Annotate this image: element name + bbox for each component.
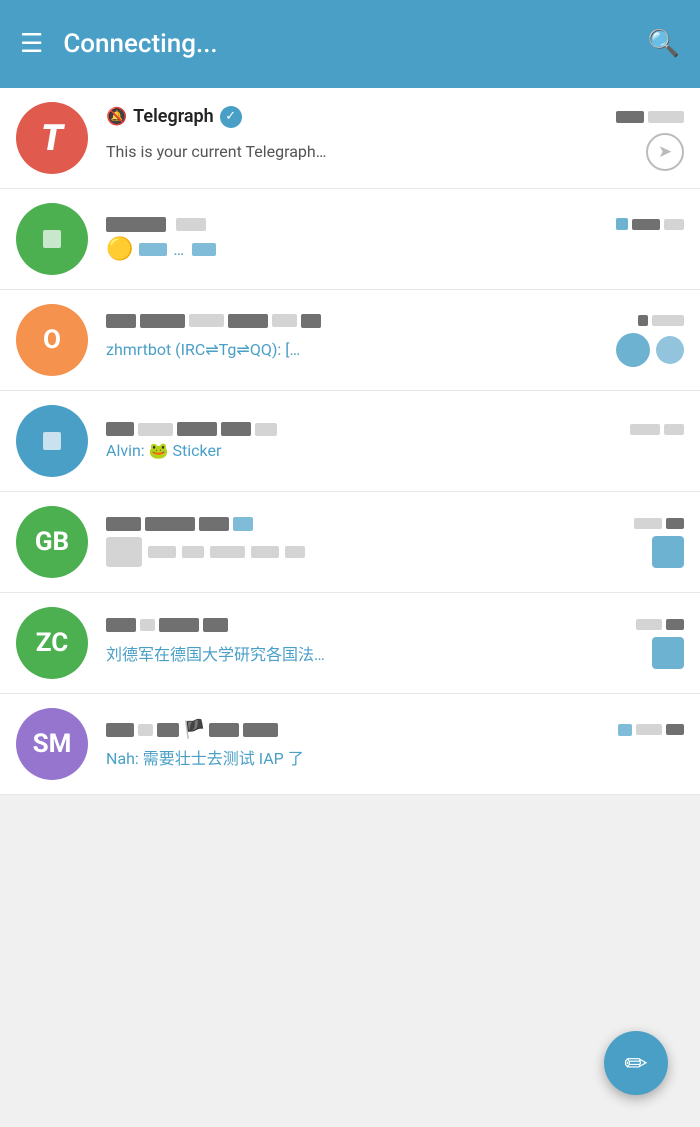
chat-meta [616, 111, 684, 123]
avatar: SM [16, 708, 88, 780]
unread-avatar-icon2 [656, 336, 684, 364]
chat-meta [634, 518, 684, 529]
list-item[interactable]: SM 🏴 Na [0, 694, 700, 795]
chat-meta [618, 724, 684, 736]
list-item[interactable]: T 🔕 Telegraph ✓ This is your curren [0, 88, 700, 189]
unread-icon [652, 637, 684, 669]
chat-meta [616, 218, 684, 230]
verified-badge: ✓ [220, 106, 242, 128]
avatar: T [16, 102, 88, 174]
avatar-icon [43, 230, 61, 248]
chat-content: 🔕 Telegraph ✓ This is your current Teleg… [106, 106, 684, 171]
chat-name: Telegraph [133, 106, 214, 127]
list-item[interactable]: 🟡 … [0, 189, 700, 290]
chat-preview: This is your current Telegraph… [106, 142, 326, 161]
avatar-letter: ZC [36, 628, 68, 658]
list-item[interactable]: GB [0, 492, 700, 593]
chat-meta [630, 424, 684, 435]
chat-meta [636, 619, 684, 630]
chat-content: Alvin: 🐸 Sticker [106, 422, 684, 460]
chat-preview: Alvin: 🐸 Sticker [106, 441, 684, 460]
avatar-letter: GB [35, 527, 69, 557]
chat-content [106, 517, 684, 568]
chat-content: zhmrtbot (IRC⇌Tg⇌QQ): [… [106, 314, 684, 367]
header-title: Connecting... [63, 29, 627, 59]
unread-avatar-icon [616, 333, 650, 367]
avatar-letter: O [43, 325, 61, 355]
chat-meta [638, 315, 684, 326]
send-icon: ➤ [646, 133, 684, 171]
header: ☰ Connecting... 🔍 [0, 0, 700, 88]
unread-icon [652, 536, 684, 568]
chat-preview: Nah: 需要壮士去测试 IAP 了 [106, 745, 684, 769]
chat-content: 🟡 … [106, 217, 684, 262]
compose-fab[interactable]: ✏ [604, 1031, 668, 1095]
chat-list: T 🔕 Telegraph ✓ This is your curren [0, 88, 700, 795]
menu-icon[interactable]: ☰ [20, 31, 43, 57]
avatar-letter: T [41, 117, 63, 159]
avatar: GB [16, 506, 88, 578]
avatar: ZC [16, 607, 88, 679]
chat-content: 刘德军在德国大学研究各国法… [106, 618, 684, 669]
avatar: O [16, 304, 88, 376]
list-item[interactable]: O [0, 290, 700, 391]
compose-icon: ✏ [624, 1047, 647, 1080]
chat-content: 🏴 Nah: 需要壮士去测试 IAP 了 [106, 719, 684, 769]
avatar-letter: SM [33, 729, 72, 759]
avatar-icon [43, 432, 61, 450]
list-item[interactable]: Alvin: 🐸 Sticker [0, 391, 700, 492]
chat-preview: 刘德军在德国大学研究各国法… [106, 641, 325, 665]
mute-icon: 🔕 [106, 107, 127, 127]
avatar [16, 203, 88, 275]
search-icon[interactable]: 🔍 [648, 29, 680, 59]
chat-preview: zhmrtbot (IRC⇌Tg⇌QQ): [… [106, 340, 300, 359]
avatar [16, 405, 88, 477]
list-item[interactable]: ZC 刘德军在德国大学研究各国法… [0, 593, 700, 694]
